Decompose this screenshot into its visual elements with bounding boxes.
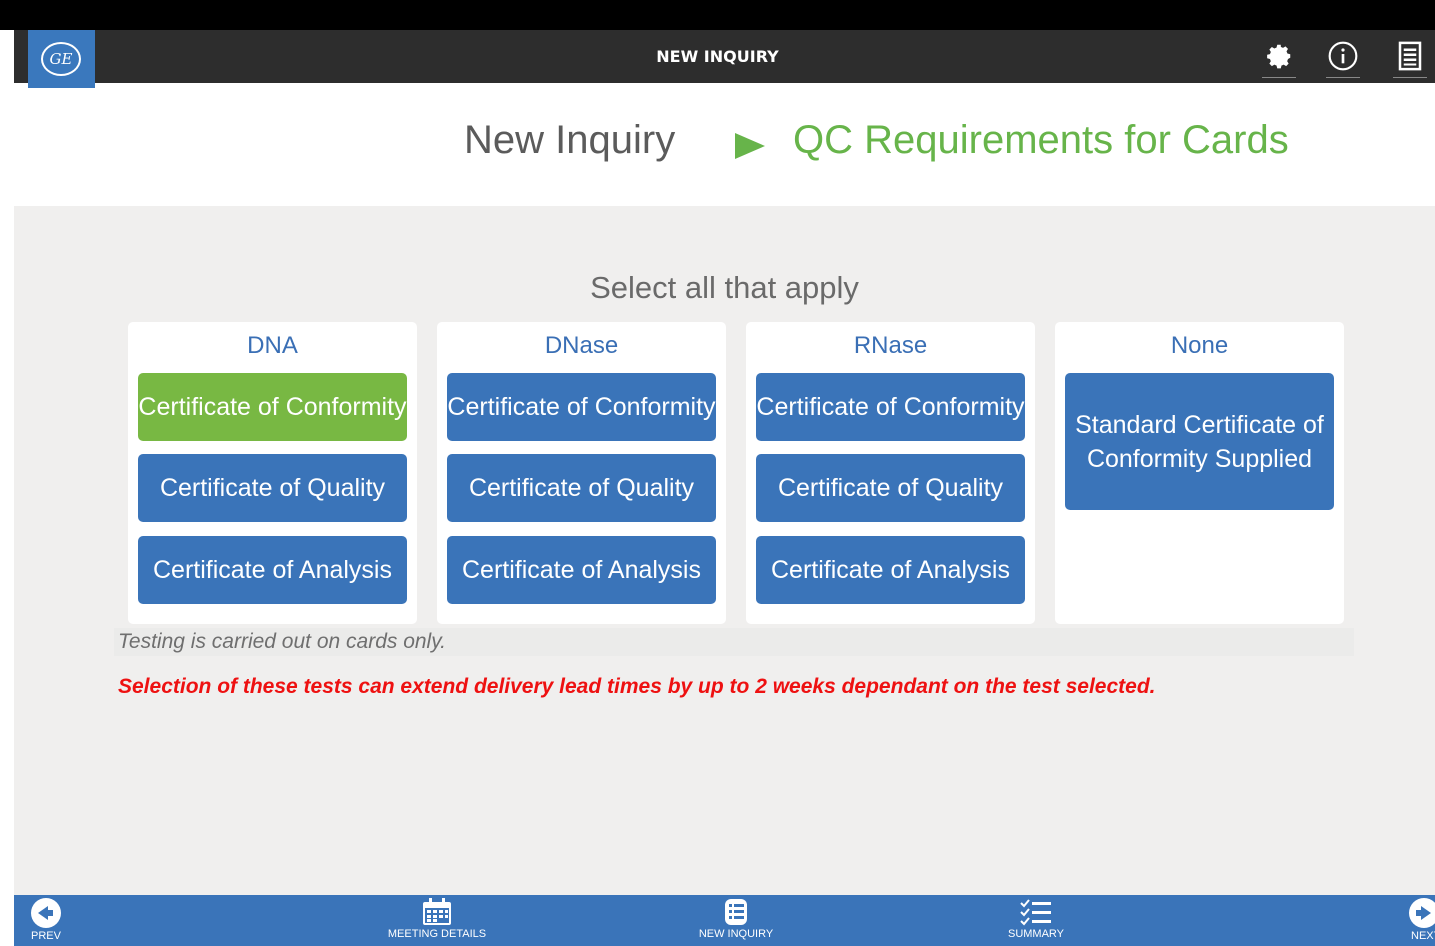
card-title: None bbox=[1170, 332, 1229, 359]
breadcrumb-parent[interactable]: New Inquiry bbox=[464, 118, 675, 163]
breadcrumb-arrow-icon bbox=[735, 133, 765, 159]
document-list-icon bbox=[1398, 41, 1422, 71]
instruction-text: Select all that apply bbox=[590, 270, 859, 305]
next-label: NEXT bbox=[1411, 930, 1435, 942]
info-button[interactable] bbox=[1326, 38, 1360, 78]
option-dna-analysis[interactable]: Certificate of Analysis bbox=[138, 536, 407, 604]
checklist-icon bbox=[1020, 899, 1051, 926]
card-title: RNase bbox=[853, 332, 928, 359]
warning-text: Selection of these tests can extend deli… bbox=[118, 675, 1156, 698]
card-title: DNA bbox=[247, 332, 298, 359]
info-icon bbox=[1328, 41, 1358, 71]
option-dna-quality[interactable]: Certificate of Quality bbox=[138, 454, 407, 522]
settings-button[interactable] bbox=[1262, 38, 1296, 78]
prev-button[interactable]: PREV bbox=[28, 898, 64, 942]
option-standard-conformity[interactable]: Standard Certificate of Conformity Suppl… bbox=[1065, 373, 1334, 510]
nav-new-inquiry[interactable]: NEW INQUIRY bbox=[693, 898, 779, 940]
nav-summary[interactable]: SUMMARY bbox=[1003, 898, 1069, 940]
breadcrumb: New Inquiry QC Requirements for Cards bbox=[0, 118, 1435, 174]
option-dnase-quality[interactable]: Certificate of Quality bbox=[447, 454, 716, 522]
option-rnase-quality[interactable]: Certificate of Quality bbox=[756, 454, 1025, 522]
card-rnase: RNase Certificate of Conformity Certific… bbox=[746, 322, 1035, 624]
list-button[interactable] bbox=[1393, 38, 1427, 78]
gear-icon bbox=[1267, 44, 1291, 69]
nav-meeting-details[interactable]: MEETING DETAILS bbox=[384, 898, 490, 940]
next-button[interactable]: NEXT bbox=[1405, 898, 1435, 942]
new-inquiry-label: NEW INQUIRY bbox=[698, 928, 774, 940]
calendar-icon bbox=[423, 898, 451, 925]
prev-label: PREV bbox=[31, 930, 61, 942]
meeting-details-label: MEETING DETAILS bbox=[387, 928, 487, 940]
prev-arrow-icon bbox=[31, 898, 61, 928]
header-title: NEW INQUIRY bbox=[656, 47, 779, 66]
card-none: None Standard Certificate of Conformity … bbox=[1055, 322, 1344, 624]
top-bar bbox=[0, 0, 1435, 30]
breadcrumb-current: QC Requirements for Cards bbox=[793, 118, 1289, 162]
card-dna: DNA Certificate of Conformity Certificat… bbox=[128, 322, 417, 624]
note-text: Testing is carried out on cards only. bbox=[118, 630, 447, 653]
next-arrow-icon bbox=[1409, 898, 1435, 928]
card-title: DNase bbox=[544, 332, 619, 359]
list-stack-icon bbox=[725, 899, 747, 925]
option-rnase-conformity[interactable]: Certificate of Conformity bbox=[756, 373, 1025, 441]
card-dnase: DNase Certificate of Conformity Certific… bbox=[437, 322, 726, 624]
option-dnase-conformity[interactable]: Certificate of Conformity bbox=[447, 373, 716, 441]
summary-label: SUMMARY bbox=[1007, 928, 1065, 940]
option-dna-conformity[interactable]: Certificate of Conformity bbox=[138, 373, 407, 441]
option-rnase-analysis[interactable]: Certificate of Analysis bbox=[756, 536, 1025, 604]
option-dnase-analysis[interactable]: Certificate of Analysis bbox=[447, 536, 716, 604]
